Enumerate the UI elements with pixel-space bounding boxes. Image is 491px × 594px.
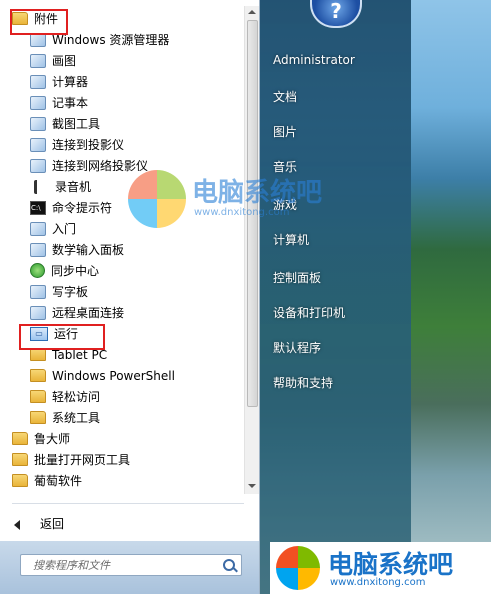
- program-list: 附件 Windows 资源管理器 画图 计算器 记事本 截图工具 连接到投影仪 连接到网络投影…: [0, 6, 247, 498]
- search-input[interactable]: 搜索程序和文件: [20, 554, 242, 576]
- program-item-label: Windows 资源管理器: [52, 33, 170, 47]
- program-item-label: 记事本: [52, 96, 89, 110]
- scroll-down-arrow-icon[interactable]: [248, 484, 256, 488]
- right-menu-item[interactable]: 设备和打印机: [273, 304, 345, 321]
- program-item-label: 写字板: [52, 285, 89, 299]
- program-item[interactable]: 入门: [30, 219, 76, 239]
- separator: [12, 503, 244, 504]
- program-item-label: 计算器: [52, 75, 89, 89]
- projector-icon: [30, 137, 46, 152]
- remote-desktop-icon: [30, 305, 46, 320]
- folder-icon: [12, 453, 28, 466]
- folder-icon: [12, 474, 28, 487]
- back-label: 返回: [40, 517, 65, 531]
- calculator-icon: [30, 74, 46, 89]
- right-menu-item[interactable]: 默认程序: [273, 339, 321, 356]
- program-item[interactable]: Windows PowerShell: [30, 366, 175, 386]
- program-item[interactable]: 数学输入面板: [30, 240, 124, 260]
- search-placeholder: 搜索程序和文件: [33, 559, 110, 572]
- back-arrow-icon: [14, 519, 20, 530]
- paint-icon: [30, 53, 46, 68]
- program-item-label: 画图: [52, 54, 77, 68]
- program-item[interactable]: C:\ 命令提示符: [30, 198, 112, 218]
- program-item[interactable]: 系统工具: [30, 408, 100, 428]
- watermark-url: www.dnxitong.com: [194, 207, 290, 218]
- sync-icon: [30, 263, 45, 278]
- back-button[interactable]: 返回: [14, 514, 64, 534]
- getting-started-icon: [30, 221, 46, 236]
- highlight-frame-accessories: [10, 9, 68, 35]
- program-item-label: 批量打开网页工具: [34, 453, 131, 467]
- program-item-label: 葡萄软件: [34, 474, 83, 488]
- snipping-icon: [30, 116, 46, 131]
- program-item[interactable]: 计算器: [30, 72, 88, 92]
- program-item-label: 轻松访问: [52, 390, 101, 404]
- program-item-label: 入门: [52, 222, 77, 236]
- program-item[interactable]: 录音机: [30, 177, 91, 197]
- program-item[interactable]: 鲁大师: [12, 429, 70, 449]
- wordpad-icon: [30, 284, 46, 299]
- right-menu-item[interactable]: 控制面板: [273, 269, 321, 286]
- program-item[interactable]: 记事本: [30, 93, 88, 113]
- scrollbar[interactable]: [244, 6, 259, 494]
- program-item-label: Tablet PC: [52, 348, 108, 362]
- program-item-label: 同步中心: [51, 264, 100, 278]
- search-bar: 搜索程序和文件: [0, 541, 259, 594]
- program-item[interactable]: 写字板: [30, 282, 88, 302]
- folder-icon: [12, 432, 28, 445]
- watermark-logo-icon: [128, 170, 186, 228]
- highlight-frame-run: [19, 324, 105, 350]
- folder-icon: [30, 369, 46, 382]
- program-item-label: Windows PowerShell: [52, 369, 175, 383]
- program-item-label: 录音机: [55, 180, 92, 194]
- microphone-icon: [34, 179, 45, 194]
- search-icon[interactable]: [223, 559, 235, 571]
- program-item-label: 鲁大师: [34, 432, 71, 446]
- folder-icon: [30, 390, 46, 403]
- program-item[interactable]: 远程桌面连接: [30, 303, 124, 323]
- start-menu-program-pane: 附件 Windows 资源管理器 画图 计算器 记事本 截图工具 连接到投影仪 连接到网络投影…: [0, 0, 260, 594]
- program-item-label: 数学输入面板: [52, 243, 125, 257]
- right-menu-item[interactable]: Administrator: [273, 53, 355, 67]
- watermark-corner-title: 电脑系统吧: [328, 550, 454, 579]
- program-item-label: 远程桌面连接: [52, 306, 125, 320]
- folder-icon: [30, 411, 46, 424]
- scroll-up-arrow-icon[interactable]: [248, 10, 256, 14]
- program-item-label: 系统工具: [52, 411, 101, 425]
- right-menu-item[interactable]: 计算机: [273, 231, 309, 248]
- program-item[interactable]: 葡萄软件: [12, 471, 82, 491]
- right-menu-item[interactable]: 帮助和支持: [273, 374, 333, 391]
- program-item[interactable]: 截图工具: [30, 114, 100, 134]
- cmd-icon: C:\: [30, 200, 46, 215]
- program-item-label: 连接到投影仪: [52, 138, 125, 152]
- watermark-corner-url: www.dnxitong.com: [330, 577, 426, 588]
- network-projector-icon: [30, 158, 46, 173]
- program-item[interactable]: 画图: [30, 51, 76, 71]
- watermark-title: 电脑系统吧: [192, 178, 323, 208]
- right-menu-item[interactable]: 文档: [273, 88, 297, 105]
- program-item[interactable]: 轻松访问: [30, 387, 100, 407]
- program-item[interactable]: 连接到投影仪: [30, 135, 124, 155]
- program-item[interactable]: 批量打开网页工具: [12, 450, 130, 470]
- program-item-label: 命令提示符: [52, 201, 113, 215]
- math-input-icon: [30, 242, 46, 257]
- watermark-corner-logo-icon: [276, 546, 320, 590]
- right-menu-item[interactable]: 图片: [273, 123, 297, 140]
- program-item-label: 截图工具: [52, 117, 101, 131]
- notepad-icon: [30, 95, 46, 110]
- program-item[interactable]: 同步中心: [30, 261, 99, 281]
